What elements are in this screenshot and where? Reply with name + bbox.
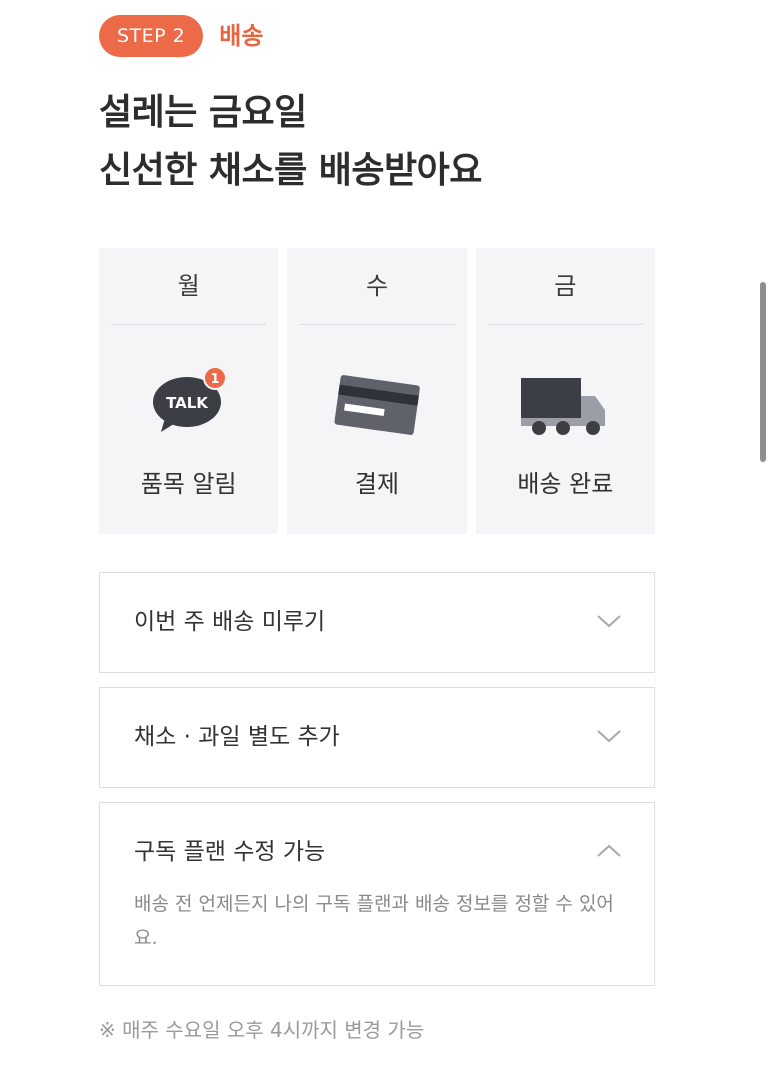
card-divider xyxy=(487,324,643,325)
chevron-down-icon[interactable] xyxy=(596,611,622,631)
schedule-card-wednesday: 수 결제 xyxy=(287,248,467,534)
talk-icon-text: TALK xyxy=(166,394,209,412)
chevron-down-icon[interactable] xyxy=(596,726,622,746)
card-label: 결제 xyxy=(354,470,400,498)
card-divider xyxy=(299,324,455,325)
kakaotalk-icon: TALK 1 xyxy=(152,366,227,432)
schedule-card-monday: 월 TALK 1 품목 알림 xyxy=(99,248,279,534)
schedule-card-friday: 금 배송 완료 xyxy=(475,248,655,534)
credit-card-icon xyxy=(334,375,420,435)
accordion-body: 배송 전 언제든지 나의 구독 플랜과 배송 정보를 정할 수 있어요. xyxy=(134,893,614,949)
step-header: STEP 2 배송 xyxy=(99,15,263,57)
delivery-step-page: STEP 2 배송 설레는 금요일 신선한 채소를 배송받아요 월 TALK 1… xyxy=(0,0,773,1067)
scrollbar[interactable] xyxy=(760,282,766,462)
card-day: 수 xyxy=(365,272,389,300)
schedule-cards: 월 TALK 1 품목 알림 수 결제 금 배송 완료 xyxy=(99,248,655,534)
card-divider xyxy=(111,324,267,325)
step-badge: STEP 2 xyxy=(99,15,204,57)
accordion-title: 이번 주 배송 미루기 xyxy=(134,609,326,635)
chevron-up-icon[interactable] xyxy=(596,841,622,861)
card-label: 배송 완료 xyxy=(517,470,614,498)
card-day: 월 xyxy=(177,272,200,300)
step-label: 배송 xyxy=(219,22,264,50)
accordion-title: 채소 · 과일 별도 추가 xyxy=(134,724,340,750)
accordion-postpone-delivery[interactable]: 이번 주 배송 미루기 xyxy=(99,572,655,673)
headline-line-1: 설레는 금요일 xyxy=(99,92,307,133)
accordion-edit-plan[interactable]: 구독 플랜 수정 가능 배송 전 언제든지 나의 구독 플랜과 배송 정보를 정… xyxy=(99,802,655,986)
notification-badge: 1 xyxy=(210,372,219,387)
page-title: 설레는 금요일 신선한 채소를 배송받아요 xyxy=(99,84,482,200)
card-label: 품목 알림 xyxy=(140,470,237,498)
change-deadline-note: ※ 매주 수요일 오후 4시까지 변경 가능 xyxy=(99,1018,425,1042)
delivery-truck-icon xyxy=(521,378,606,435)
accordion-title: 구독 플랜 수정 가능 xyxy=(134,839,326,865)
card-day: 금 xyxy=(554,272,577,300)
headline-line-2: 신선한 채소를 배송받아요 xyxy=(99,150,482,191)
accordion-add-produce[interactable]: 채소 · 과일 별도 추가 xyxy=(99,687,655,788)
